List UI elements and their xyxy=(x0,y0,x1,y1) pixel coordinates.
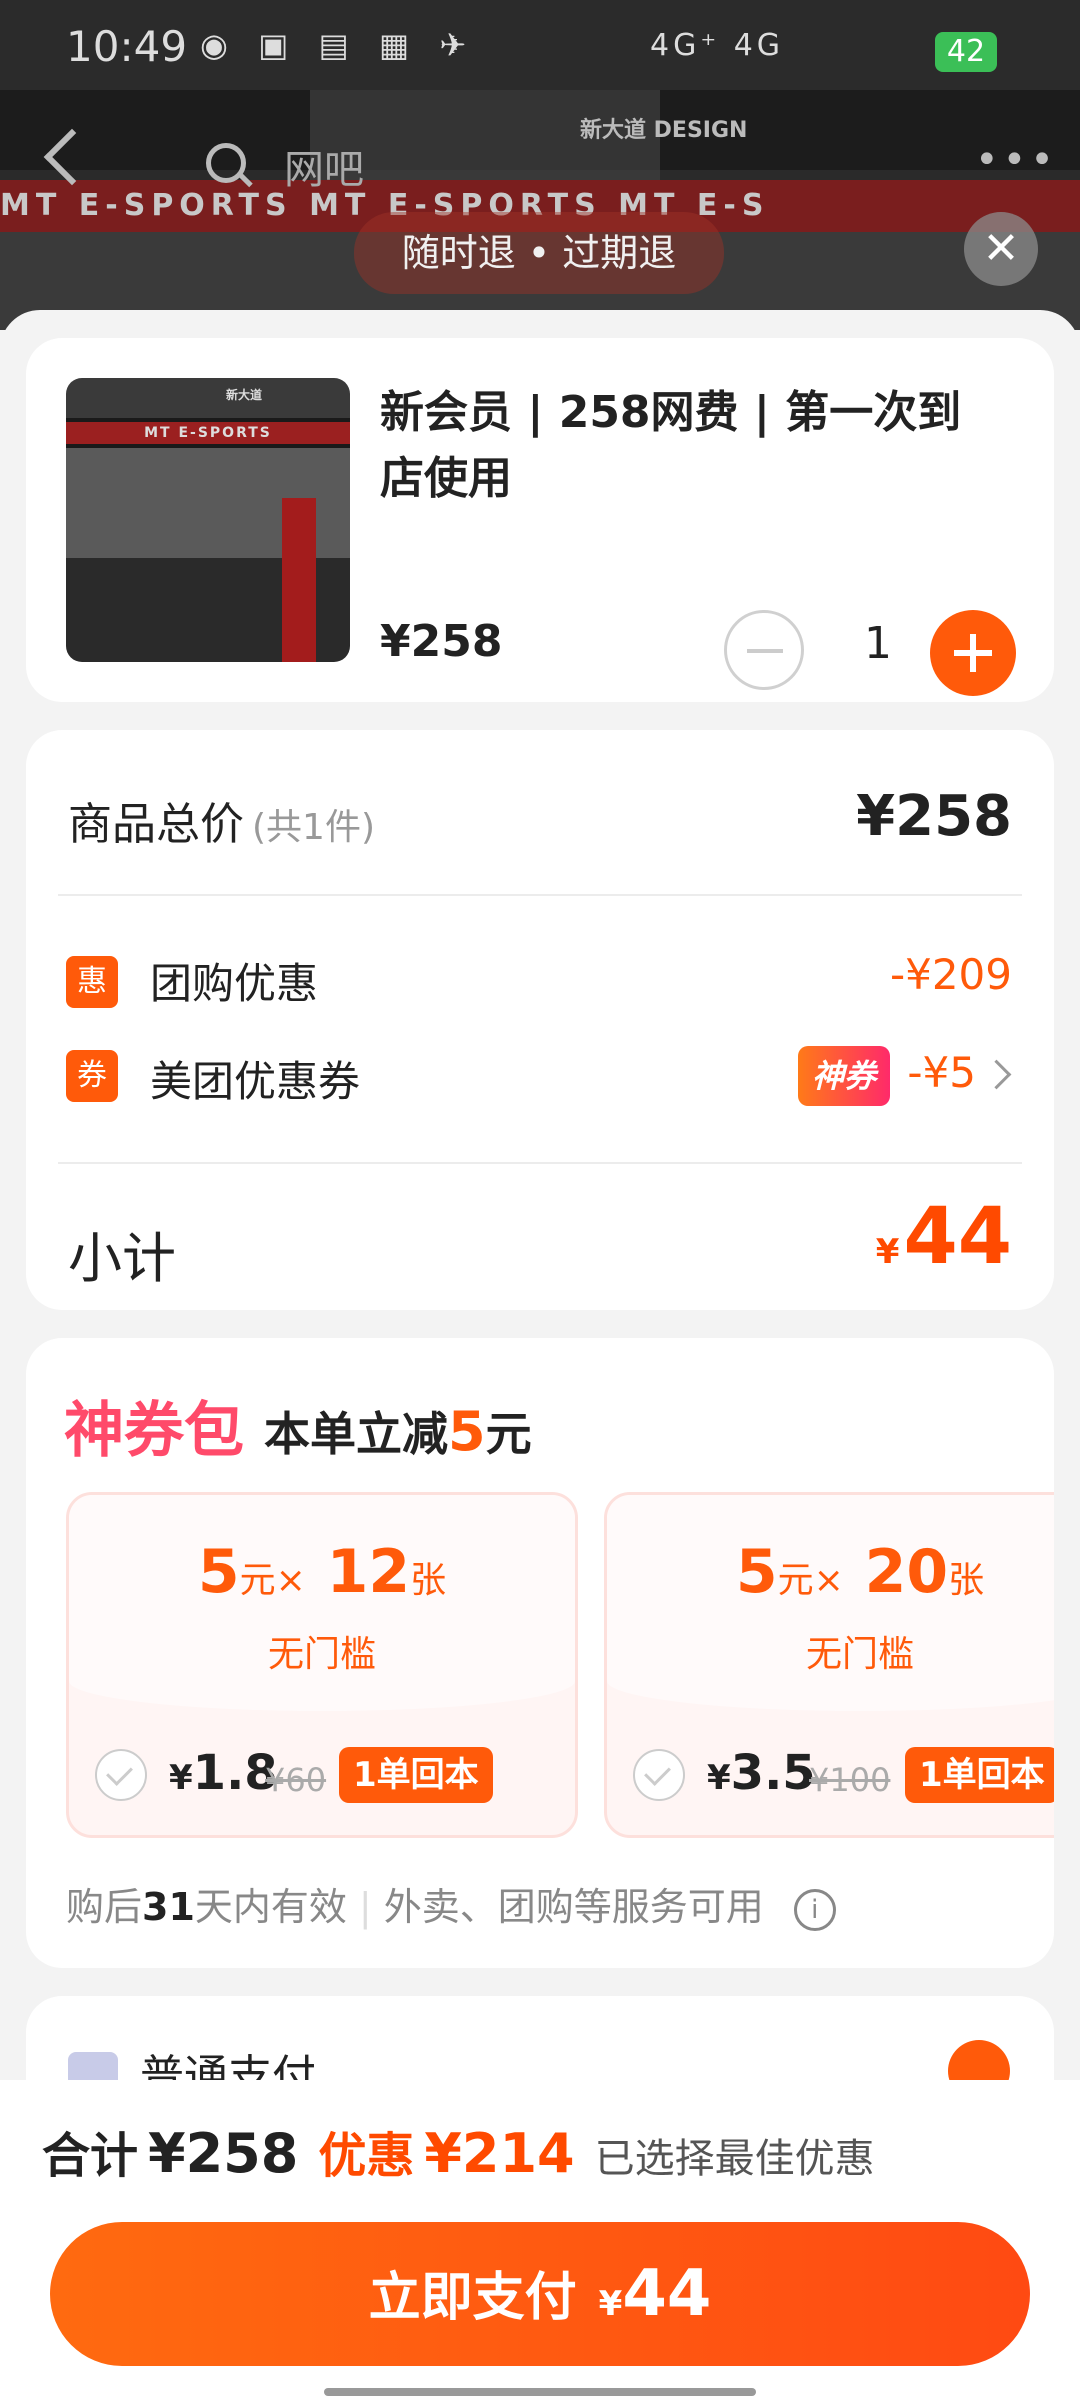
thumb-logo: 新大道 xyxy=(226,388,263,402)
coupon-condition: 无门槛 xyxy=(805,1634,914,1675)
subtotal-currency: ¥ xyxy=(875,1232,900,1272)
checkout-bar: 合计 ¥258 优惠 ¥214 已选择最佳优惠 立即支付 ¥44 xyxy=(0,2080,1080,2400)
group-discount-label: 团购优惠 xyxy=(150,959,319,1008)
coupon-pack-title: 神券包 xyxy=(64,1396,244,1466)
product-thumbnail: 新大道 MT E-SPORTS xyxy=(66,378,350,662)
chevron-right-icon[interactable] xyxy=(981,1059,1012,1090)
coupon-badge: 1单回本 xyxy=(339,1747,493,1803)
status-time: 10:49 xyxy=(66,22,188,71)
divider xyxy=(58,894,1022,896)
home-indicator[interactable] xyxy=(324,2388,756,2396)
shenquan-badge: 神券 xyxy=(798,1046,890,1106)
info-icon[interactable]: i xyxy=(793,1888,836,1931)
search-icon[interactable] xyxy=(206,143,246,183)
signal-icon: 4G⁺ 4G xyxy=(650,28,785,63)
meituan-coupon-label[interactable]: 美团优惠券 xyxy=(150,1048,360,1109)
back-icon[interactable] xyxy=(43,128,101,186)
coupon-original-price: ¥60 xyxy=(265,1761,327,1799)
coupon-price: ¥3.5 xyxy=(707,1745,816,1801)
price-summary-card: 商品总价 (共1件) ¥258 惠 团购优惠 -¥209 券 美团优惠券 神券 -… xyxy=(26,730,1054,1310)
coupon-price: ¥1.8 xyxy=(169,1745,278,1801)
thumb-stripe: MT E-SPORTS xyxy=(66,422,350,444)
more-icon[interactable]: ••• xyxy=(975,140,1058,180)
top-nav: 网吧 ••• xyxy=(0,95,1080,195)
product-card: 新大道 MT E-SPORTS 新会员 | 258网费 | 第一次到店使用 ¥2… xyxy=(26,338,1054,702)
coupon-option[interactable]: 5元× 12张 无门槛 ¥1.8 ¥60 1单回本 xyxy=(66,1492,578,1838)
subtotal-value: ¥44 xyxy=(876,1192,1012,1282)
group-discount-value: -¥209 xyxy=(889,950,1012,999)
subtotal-label: 小计 xyxy=(68,1227,176,1290)
thumb-pillar xyxy=(282,498,316,662)
coupon-condition: 无门槛 xyxy=(267,1634,376,1675)
product-price: ¥258 xyxy=(380,616,503,667)
product-title: 新会员 | 258网费 | 第一次到店使用 xyxy=(380,387,962,504)
quantity-value: 1 xyxy=(864,618,892,669)
increase-quantity-button[interactable] xyxy=(930,610,1016,696)
coupon-amount: 5元× 12张 xyxy=(197,1537,447,1607)
subtitle-amount: 5 xyxy=(448,1400,486,1463)
pay-now-button[interactable]: 立即支付 ¥44 xyxy=(50,2222,1030,2366)
subtitle-text: 本单立减 xyxy=(264,1407,448,1461)
item-count: (共1件) xyxy=(252,807,375,848)
checkbox-icon[interactable] xyxy=(633,1749,685,1801)
checkbox-icon[interactable] xyxy=(95,1749,147,1801)
best-discount-note: 已选择最佳优惠 xyxy=(594,2136,875,2182)
coupon-badge: 1单回本 xyxy=(905,1747,1054,1803)
coupon-option[interactable]: 5元× 20张 无门槛 ¥3.5 ¥100 1单回本 xyxy=(604,1492,1054,1838)
decrease-quantity-button[interactable] xyxy=(724,610,804,690)
total-price-label: 商品总价 (共1件) xyxy=(68,788,375,852)
search-input[interactable]: 网吧 xyxy=(284,137,364,195)
status-bar: 10:49 ◉ ▣ ▤ ▦ ✈ 4G⁺ 4G 42 xyxy=(0,0,1080,90)
meituan-coupon-value[interactable]: -¥5 xyxy=(907,1048,976,1097)
notification-icons: ◉ ▣ ▤ ▦ ✈ xyxy=(200,26,477,64)
battery-icon: 42 xyxy=(935,32,997,72)
total-line: 合计 ¥258 优惠 ¥214 已选择最佳优惠 xyxy=(42,2116,875,2186)
coupon-icon: 券 xyxy=(66,1050,118,1102)
coupon-pack-footer: 购后31天内有效 | 外卖、团购等服务可用 i xyxy=(66,1876,836,1931)
close-button[interactable]: ✕ xyxy=(964,212,1038,286)
discount-value: ¥214 xyxy=(424,2122,575,2185)
coupon-original-price: ¥100 xyxy=(809,1761,891,1799)
coupon-pack-subtitle: 本单立减5元 xyxy=(264,1398,532,1464)
sum-value: ¥258 xyxy=(148,2122,299,2185)
subtotal-amount: 44 xyxy=(903,1192,1012,1282)
discount-icon: 惠 xyxy=(66,956,118,1008)
subtitle-unit: 元 xyxy=(485,1407,532,1461)
refund-policy-tag: 随时退 • 过期退 xyxy=(354,212,724,294)
total-price-value: ¥258 xyxy=(856,784,1012,849)
divider xyxy=(58,1162,1022,1164)
sum-label: 合计 xyxy=(42,2128,139,2184)
discount-label: 优惠 xyxy=(318,2128,415,2184)
coupon-pack-card: 神券包 本单立减5元 5元× 12张 无门槛 ¥1.8 ¥60 1单回本 5元×… xyxy=(26,1338,1054,1968)
coupon-amount: 5元× 20张 xyxy=(735,1537,985,1607)
total-label-text: 商品总价 xyxy=(68,799,244,850)
